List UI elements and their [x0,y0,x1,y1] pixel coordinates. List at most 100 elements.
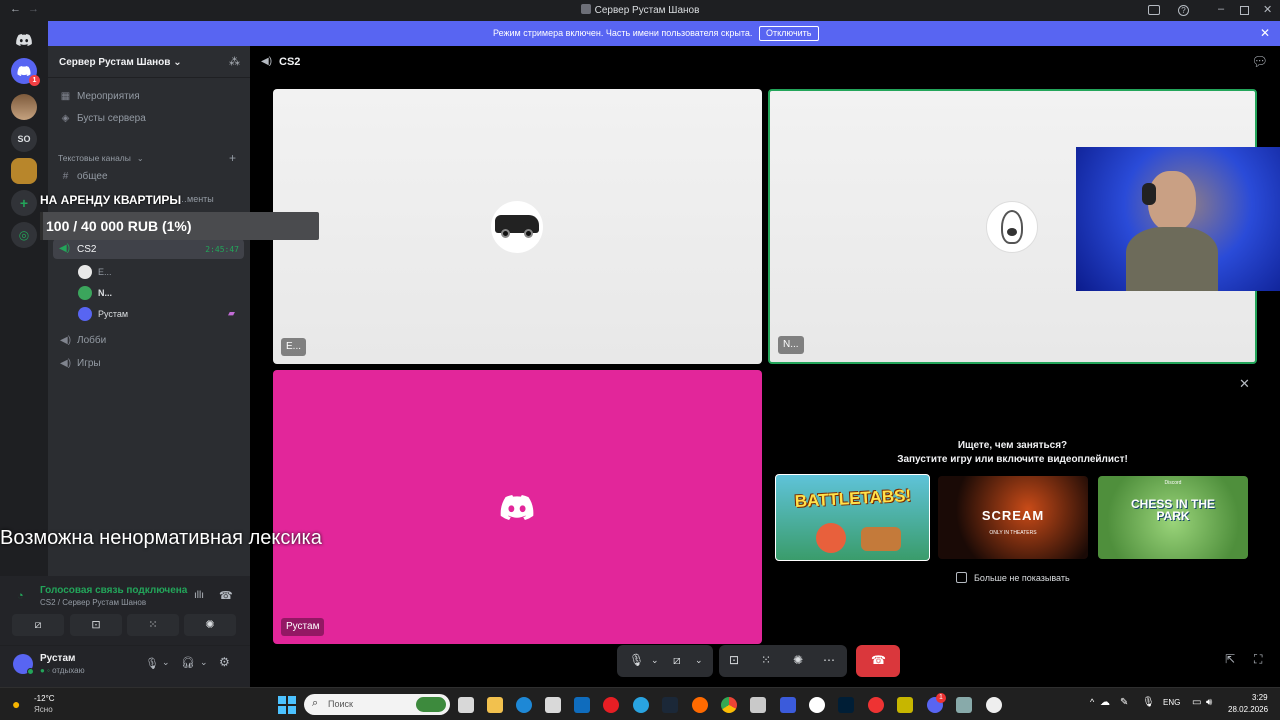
more-icon[interactable]: ⋯ [823,653,835,667]
game-card-scream[interactable]: SCREAM ONLY IN THEATERS [938,476,1088,559]
fullscreen-icon[interactable]: ⛶ [1254,652,1262,667]
help-icon[interactable]: ? [1178,5,1189,16]
channel-general[interactable]: # общее [60,171,108,182]
task-view-icon[interactable] [458,697,474,713]
explore-icon[interactable]: ◎ [11,222,37,248]
server-header[interactable]: Сервер Рустам Шанов ⌄ ⁂ [48,46,250,78]
activities-button[interactable]: ⁙ [127,614,179,636]
tray-chevron-icon[interactable]: ^ [1090,697,1094,707]
weather-icon[interactable]: ● [12,696,20,712]
video-tile-rustam[interactable]: Рустам [273,370,762,644]
banner-close-icon[interactable]: ✕ [1260,26,1270,40]
settings-gear-icon[interactable]: ⚙ [219,655,230,669]
steam-icon[interactable] [662,697,678,713]
voice-channel-games[interactable]: ◀) Игры [60,358,101,369]
sand-server-icon[interactable] [11,158,37,184]
store-icon[interactable] [545,697,561,713]
user-avatar-icon[interactable] [11,94,37,120]
camera-button[interactable]: ⧄ [12,614,64,636]
voice-user[interactable]: N... [78,286,112,300]
activities-icon[interactable]: ⁙ [761,653,771,667]
sidebar-item-events[interactable]: ▦ Мероприятия [60,91,140,102]
noise-suppression-icon[interactable]: ıllı [194,590,204,601]
activity-close-icon[interactable]: ✕ [1239,376,1250,392]
chevron-down-icon[interactable]: ⌄ [695,655,703,666]
outlook-icon[interactable] [574,697,590,713]
app-icon[interactable] [956,697,972,713]
tray-icon[interactable]: ☁ [1100,697,1110,708]
chevron-down-icon[interactable]: ⌄ [162,657,170,668]
start-button[interactable] [278,696,296,714]
checkbox-icon[interactable] [956,572,967,583]
yandex-icon[interactable] [809,697,825,713]
taskbar-search[interactable]: ⌕ Поиск [304,694,450,715]
title-bar: ← → Сервер Рустам Шанов ? – ✕ [0,0,1280,21]
disconnect-icon[interactable]: ☎ [219,589,233,602]
chevron-down-icon[interactable]: ⌄ [200,657,208,668]
tray-icon[interactable]: ✎ [1120,697,1128,708]
file-explorer-icon[interactable] [487,697,503,713]
server-favicon-icon [580,4,591,14]
category-text-channels[interactable]: Текстовые каналы ⌄ [58,153,144,163]
chevron-down-icon[interactable]: ⌄ [651,655,659,666]
language-indicator[interactable]: ENG [1163,698,1180,707]
clock-time[interactable]: 3:29 [1252,693,1268,702]
voice-channel-lobby[interactable]: ◀) Лобби [60,335,106,346]
activities-icon: ⁙ [148,619,158,631]
obs-icon[interactable] [986,697,1002,713]
invite-people-icon[interactable]: ⁂ [229,55,240,68]
speaker-icon: ◀) [60,358,72,369]
chart-app-icon[interactable] [780,697,796,713]
telegram-icon[interactable] [633,697,649,713]
edge-icon[interactable] [516,697,532,713]
headphones-icon[interactable]: 🎧︎ [181,656,195,669]
video-tile-e[interactable]: E... [273,89,762,364]
server-so[interactable]: SO [11,126,37,152]
voice-user[interactable]: E... [78,265,112,279]
weather-desc[interactable]: Ясно [34,705,53,714]
discord-avatar-icon[interactable]: 1 [11,58,40,86]
signal-icon[interactable]: ◔ [17,590,24,602]
inbox-icon[interactable] [1148,5,1160,15]
popout-icon[interactable]: ⇱ [1225,652,1235,666]
close-window-icon[interactable]: ✕ [1263,3,1272,16]
app-icon[interactable] [750,697,766,713]
display-icon[interactable]: ▭ [1192,697,1201,708]
yandex-browser-icon[interactable] [603,697,619,713]
minimize-icon[interactable]: – [1218,3,1224,15]
chrome-icon[interactable] [721,697,737,713]
microphone-icon[interactable]: 🎙︎ [145,657,159,670]
screen-share-icon[interactable]: ⊡ [729,653,739,667]
voice-location[interactable]: CS2 / Сервер Рустам Шанов [40,598,146,607]
photoshop-icon[interactable] [838,697,854,713]
disable-streamer-mode-button[interactable]: Отключить [759,26,819,41]
game-card-chess-in-the-park[interactable]: Discord CHESS IN THE PARK [1098,476,1248,559]
create-channel-icon[interactable]: + [229,151,236,165]
dont-show-checkbox[interactable]: Больше не показывать [956,572,1070,583]
game-card-battletabs[interactable]: BATTLETABS! [775,474,930,561]
voice-user[interactable]: Рустам [78,307,128,321]
volume-icon[interactable]: 🔊︎ [1206,697,1212,708]
camera-off-icon[interactable]: ⧄ [673,653,681,668]
voice-channel-cs2[interactable]: ◀) CS2 2:45:47 [53,239,244,259]
app-icon[interactable] [897,697,913,713]
app-icon[interactable] [868,697,884,713]
microphone-icon[interactable]: 🎙︎ [1142,697,1155,708]
sidebar-item-boosts[interactable]: ◈ Бусты сервера [60,113,146,124]
discord-home-icon[interactable] [11,27,37,53]
clock-date[interactable]: 28.02.2026 [1228,705,1268,714]
soundboard-button[interactable]: ✺ [184,614,236,636]
disconnect-button[interactable]: ☎ [856,645,900,677]
weather-temp[interactable]: -12°C [34,694,55,703]
app-icon[interactable] [692,697,708,713]
chat-icon[interactable]: 💬︎ [1251,54,1268,70]
user-name[interactable]: Рустам [40,653,75,664]
speaker-icon: ◀) [60,335,72,346]
screen-share-button[interactable]: ⊡ [70,614,122,636]
add-server-icon[interactable]: + [11,190,37,216]
maximize-icon[interactable] [1240,6,1249,15]
channel-hidden[interactable]: …менты [178,194,214,204]
voice-status[interactable]: Голосовая связь подключена [40,585,187,596]
soundboard-icon[interactable]: ✺ [793,653,803,667]
microphone-icon[interactable]: 🎙︎ [629,653,644,667]
